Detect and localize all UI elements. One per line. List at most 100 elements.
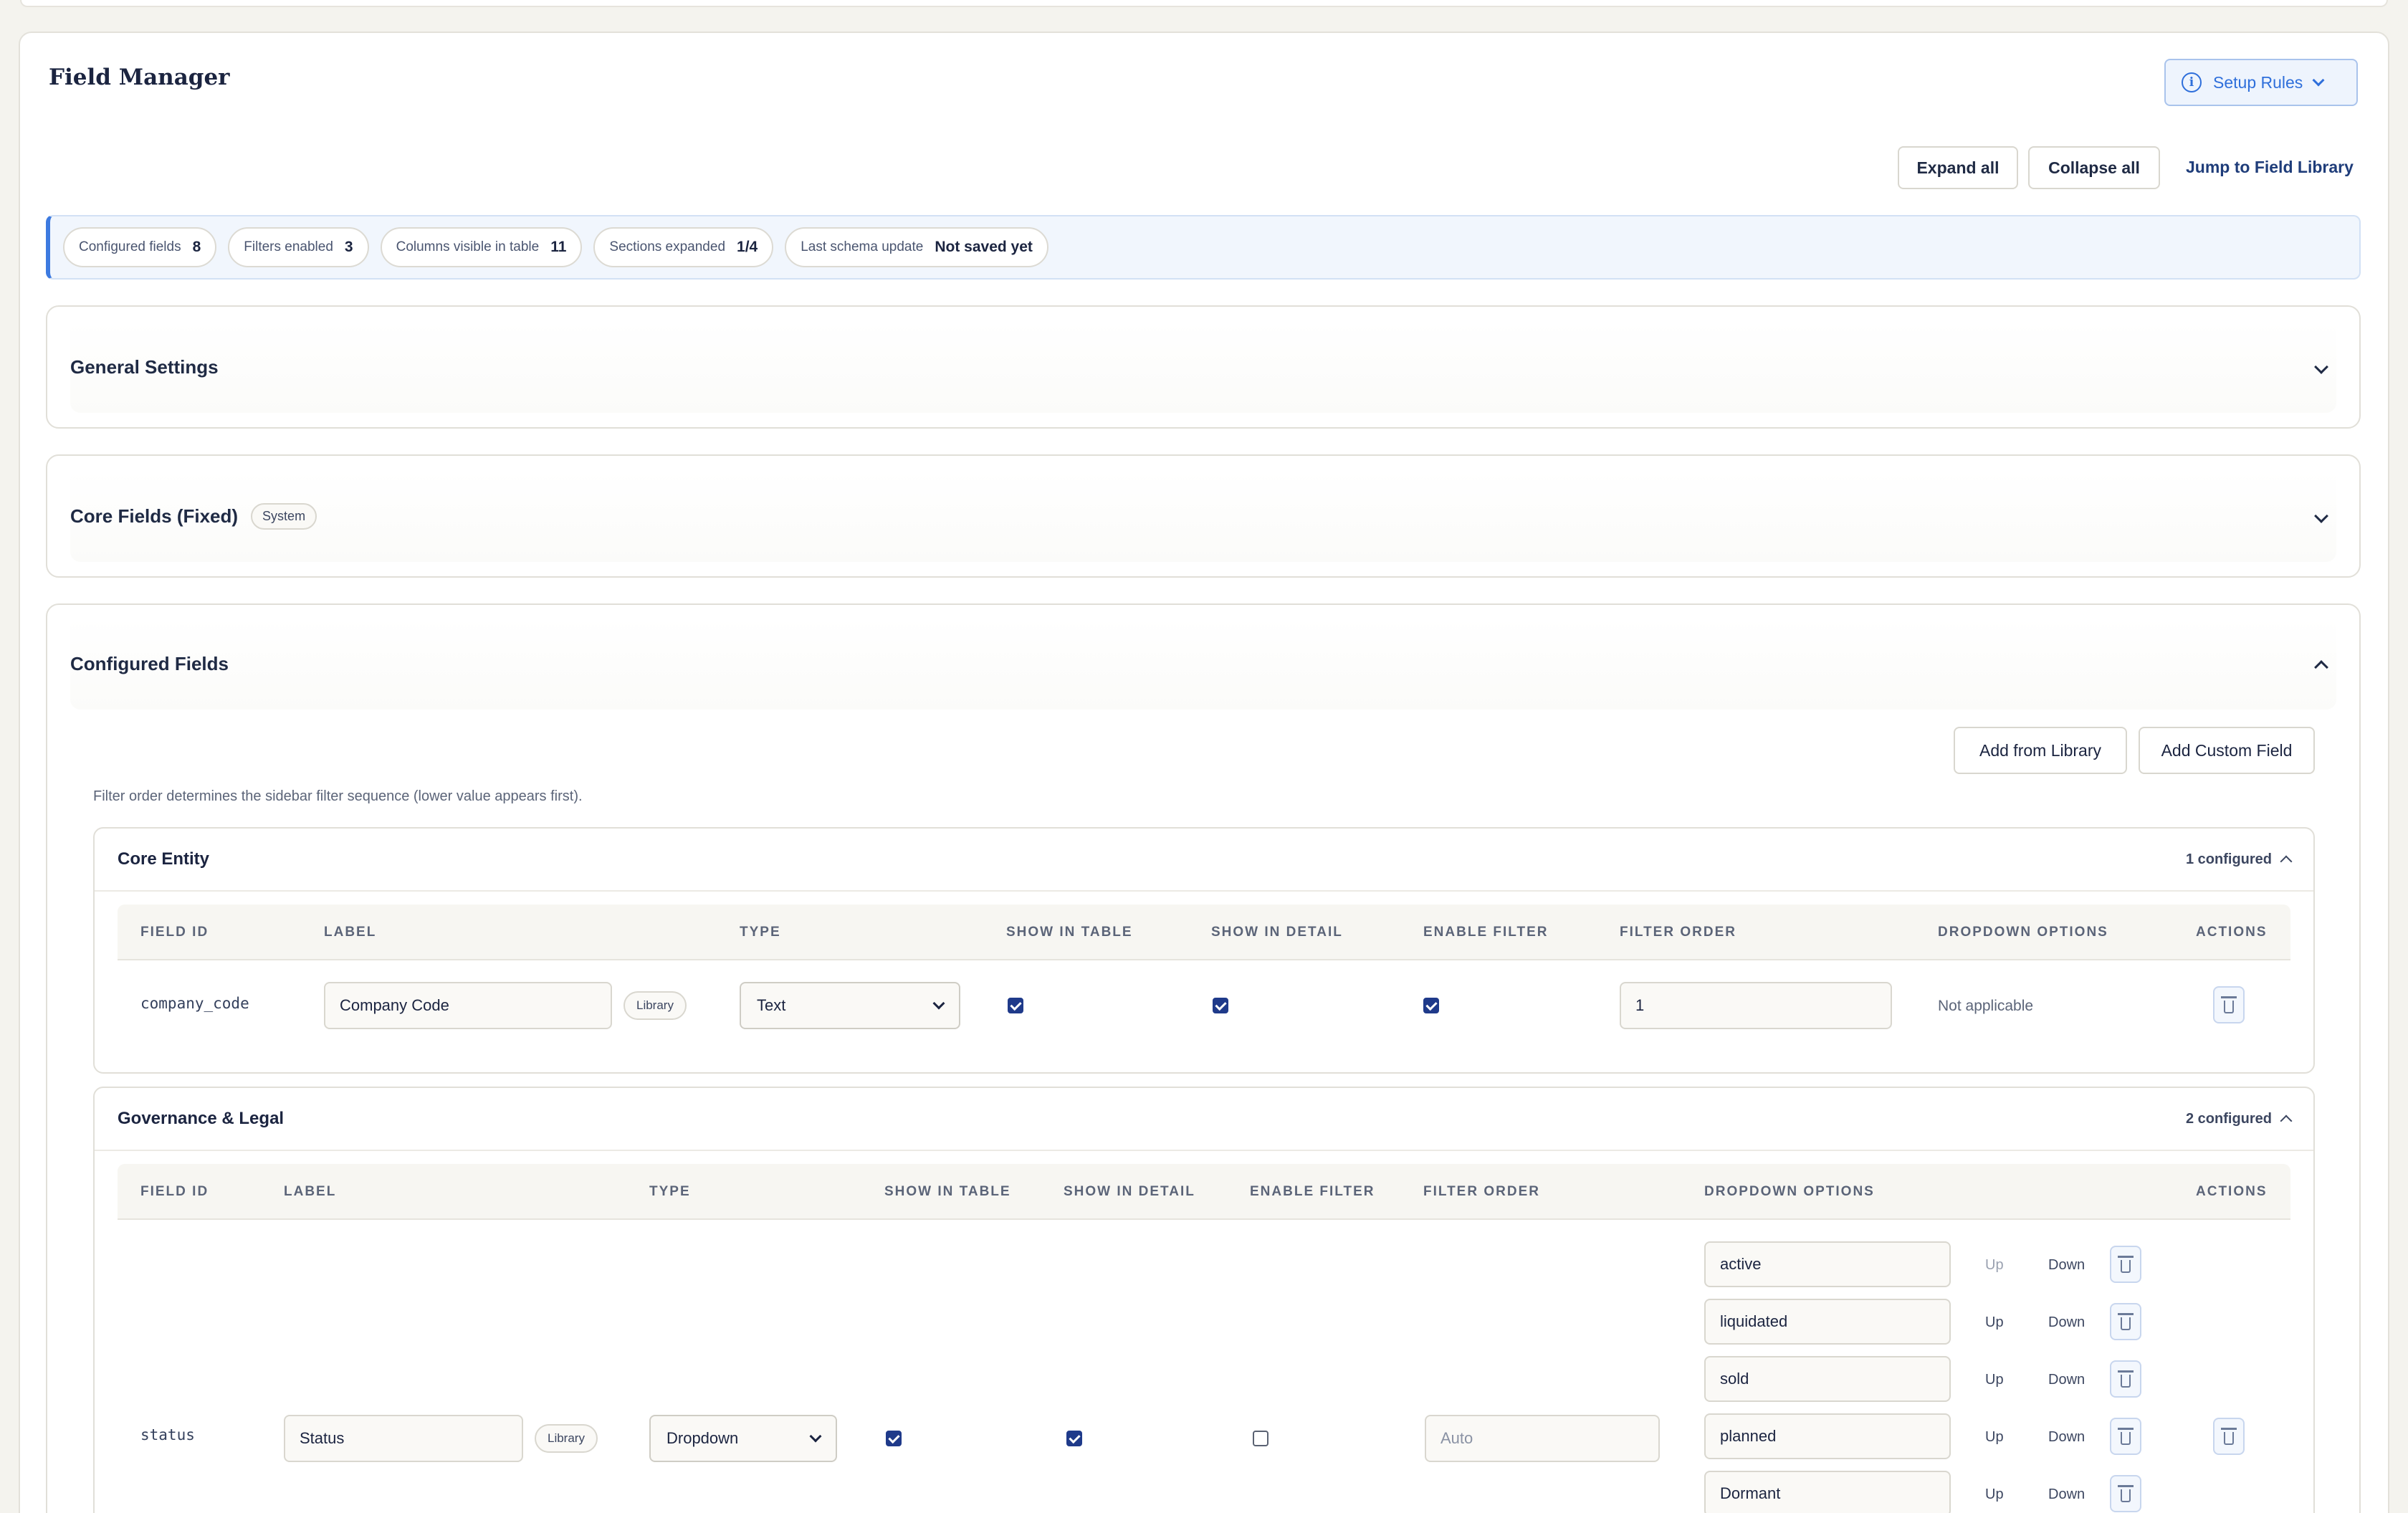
- delete-option-button[interactable]: [2110, 1475, 2141, 1512]
- governance-group-header[interactable]: Governance & Legal 2 configured: [95, 1088, 2313, 1151]
- previous-panel-edge: [20, 0, 2388, 7]
- table-header: FIELD ID LABEL TYPE SHOW IN TABLE SHOW I…: [118, 905, 2290, 960]
- enable-filter-checkbox[interactable]: [1253, 1431, 1268, 1446]
- core-entity-group: Core Entity 1 configured FIELD ID LABEL …: [93, 827, 2315, 1074]
- stat-value: 1/4: [737, 239, 758, 255]
- trash-icon: [2118, 1313, 2134, 1330]
- type-select[interactable]: Dropdown: [649, 1415, 837, 1462]
- delete-option-button[interactable]: [2110, 1246, 2141, 1283]
- core-fields-header[interactable]: Core Fields (Fixed) System: [70, 470, 2336, 562]
- col-actions: ACTIONS: [2196, 925, 2268, 940]
- show-in-detail-checkbox[interactable]: [1066, 1431, 1082, 1446]
- col-field-id: FIELD ID: [140, 1184, 209, 1199]
- configured-fields-header[interactable]: Configured Fields: [70, 618, 2336, 710]
- col-enable-filter: ENABLE FILTER: [1250, 1184, 1375, 1199]
- system-badge: System: [251, 502, 317, 530]
- section-title: General Settings: [70, 355, 219, 378]
- dropdown-option-input[interactable]: liquidated: [1704, 1299, 1951, 1345]
- section-title: Configured Fields: [70, 652, 229, 674]
- trash-icon: [2221, 1428, 2237, 1445]
- dropdown-option-input[interactable]: active: [1704, 1241, 1951, 1287]
- option-up-button[interactable]: Up: [1985, 1314, 2004, 1331]
- show-in-detail-checkbox[interactable]: [1213, 998, 1228, 1013]
- group-title: Governance & Legal: [118, 1109, 285, 1128]
- col-dropdown-options: DROPDOWN OPTIONS: [1704, 1184, 1875, 1199]
- group-title: Core Entity: [118, 849, 210, 869]
- delete-option-button[interactable]: [2110, 1303, 2141, 1340]
- dropdown-option-input[interactable]: Dormant: [1704, 1471, 1951, 1513]
- core-fields-section: Core Fields (Fixed) System: [46, 454, 2361, 578]
- chevron-up-icon: [2280, 1115, 2293, 1127]
- type-value: Dropdown: [666, 1429, 739, 1447]
- type-select[interactable]: Text: [740, 982, 960, 1029]
- delete-field-button[interactable]: [2213, 986, 2245, 1023]
- option-up-button[interactable]: Up: [1985, 1486, 2004, 1503]
- general-settings-header[interactable]: General Settings: [70, 321, 2336, 413]
- option-down-button[interactable]: Down: [2048, 1486, 2085, 1503]
- filter-order-input[interactable]: Auto: [1425, 1415, 1660, 1462]
- group-count: 1 configured: [2185, 851, 2293, 868]
- option-down-button[interactable]: Down: [2048, 1314, 2085, 1331]
- chevron-down-icon: [809, 1430, 822, 1443]
- field-id-cell: company_code: [140, 995, 249, 1012]
- setup-rules-button[interactable]: i Setup Rules: [2164, 59, 2358, 106]
- trash-icon: [2118, 1428, 2134, 1445]
- delete-option-button[interactable]: [2110, 1360, 2141, 1398]
- col-show-in-detail: SHOW IN DETAIL: [1064, 1184, 1195, 1199]
- collapse-all-button[interactable]: Collapse all: [2028, 146, 2160, 189]
- add-custom-field-button[interactable]: Add Custom Field: [2139, 727, 2315, 774]
- option-down-button[interactable]: Down: [2048, 1372, 2085, 1388]
- expand-all-button[interactable]: Expand all: [1898, 146, 2018, 189]
- col-filter-order: FILTER ORDER: [1620, 925, 1736, 940]
- stat-value: 3: [344, 239, 353, 255]
- chevron-down-icon: [932, 997, 945, 1010]
- enable-filter-checkbox[interactable]: [1423, 998, 1439, 1013]
- stat-last-schema-update: Last schema update Not saved yet: [785, 227, 1048, 267]
- show-in-table-checkbox[interactable]: [886, 1431, 902, 1446]
- option-down-button[interactable]: Down: [2048, 1429, 2085, 1446]
- stat-label: Last schema update: [801, 239, 924, 254]
- delete-option-button[interactable]: [2110, 1418, 2141, 1455]
- stat-sections-expanded: Sections expanded 1/4: [593, 227, 774, 267]
- show-in-table-checkbox[interactable]: [1008, 998, 1023, 1013]
- col-show-in-table: SHOW IN TABLE: [884, 1184, 1011, 1199]
- field-id-cell: status: [140, 1426, 195, 1443]
- configured-count: 1 configured: [2185, 851, 2272, 867]
- col-actions: ACTIONS: [2196, 1184, 2268, 1199]
- chevron-down-icon: [2314, 360, 2328, 374]
- delete-field-button[interactable]: [2213, 1418, 2245, 1455]
- dropdown-option-input[interactable]: planned: [1704, 1413, 1951, 1459]
- stat-value: Not saved yet: [935, 239, 1033, 255]
- label-input[interactable]: Company Code: [324, 982, 612, 1029]
- governance-legal-group: Governance & Legal 2 configured FIELD ID…: [93, 1087, 2315, 1513]
- jump-to-field-library-link[interactable]: Jump to Field Library: [2186, 158, 2354, 177]
- option-up-button[interactable]: Up: [1985, 1429, 2004, 1446]
- col-enable-filter: ENABLE FILTER: [1423, 925, 1549, 940]
- core-entity-group-header[interactable]: Core Entity 1 configured: [95, 829, 2313, 892]
- chevron-up-icon: [2314, 660, 2328, 674]
- option-up-button[interactable]: Up: [1985, 1257, 2004, 1274]
- setup-rules-label: Setup Rules: [2213, 72, 2303, 92]
- stat-label: Configured fields: [79, 239, 181, 254]
- col-label: LABEL: [324, 925, 377, 940]
- option-down-button[interactable]: Down: [2048, 1257, 2085, 1274]
- filter-order-input[interactable]: 1: [1620, 982, 1892, 1029]
- trash-icon: [2118, 1485, 2134, 1502]
- dropdown-option-input[interactable]: sold: [1704, 1356, 1951, 1402]
- stat-columns-visible: Columns visible in table 11: [380, 227, 583, 267]
- option-up-button[interactable]: Up: [1985, 1372, 2004, 1388]
- add-from-library-button[interactable]: Add from Library: [1954, 727, 2127, 774]
- col-show-in-table: SHOW IN TABLE: [1006, 925, 1133, 940]
- trash-icon: [2118, 1370, 2134, 1388]
- label-input[interactable]: Status: [284, 1415, 523, 1462]
- col-type: TYPE: [649, 1184, 691, 1199]
- info-icon: i: [2182, 72, 2202, 92]
- page-title: Field Manager: [49, 65, 230, 90]
- section-title: Core Fields (Fixed) System: [70, 502, 317, 530]
- col-label: LABEL: [284, 1184, 337, 1199]
- dropdown-not-applicable: Not applicable: [1938, 998, 2034, 1014]
- stat-label: Filters enabled: [244, 239, 333, 254]
- col-type: TYPE: [740, 925, 781, 940]
- trash-icon: [2118, 1256, 2134, 1273]
- stat-value: 11: [550, 239, 567, 255]
